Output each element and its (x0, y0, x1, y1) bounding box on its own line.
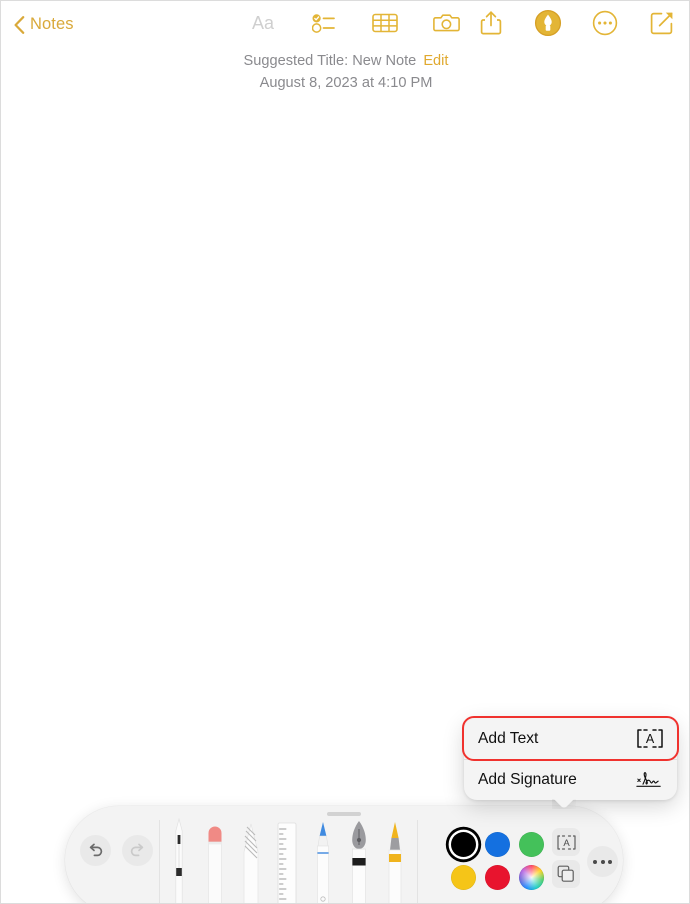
add-signature-label: Add Signature (478, 771, 577, 788)
table-icon[interactable] (370, 7, 400, 39)
chevron-left-icon (14, 15, 25, 34)
popup-tail (552, 799, 576, 809)
signature-icon (635, 769, 663, 791)
svg-text:A: A (563, 838, 570, 849)
eraser-tool[interactable] (197, 814, 233, 903)
highlighter-tool[interactable] (377, 814, 413, 903)
suggested-title-text: Suggested Title: New Note (243, 53, 417, 69)
color-blue[interactable] (481, 828, 514, 861)
note-date: August 8, 2023 at 4:10 PM (259, 75, 433, 91)
add-text-box-icon: A (635, 728, 663, 750)
menu-item-add-text[interactable]: Add Text A (462, 716, 679, 761)
color-black[interactable] (447, 828, 480, 861)
navbar-right-tools (476, 7, 677, 39)
edit-title-button[interactable]: Edit (423, 53, 448, 69)
palette-divider-left (159, 820, 160, 903)
format-aa-icon[interactable]: Aa (248, 7, 278, 39)
back-button-label: Notes (30, 15, 74, 33)
marker-tool[interactable] (305, 814, 341, 903)
suggested-title-row: Suggested Title: New Note Edit (1, 50, 689, 72)
lasso-tool[interactable] (233, 814, 269, 903)
fountain-pen-tool[interactable] (341, 814, 377, 903)
navigation-bar: Notes Aa (1, 1, 689, 48)
share-icon[interactable] (476, 7, 506, 39)
color-green[interactable] (515, 828, 548, 861)
add-text-label: Add Text (478, 729, 539, 747)
camera-icon[interactable] (431, 7, 461, 39)
markup-add-menu: Add Text A Add Signature (462, 716, 679, 800)
color-yellow[interactable] (447, 861, 480, 894)
notes-markup-screen: Notes Aa Suggested Title: New Note Edit … (0, 0, 690, 904)
add-text-box-icon[interactable]: A (552, 828, 580, 856)
back-to-notes-button[interactable]: Notes (14, 15, 74, 34)
more-dots-icon[interactable] (587, 846, 618, 877)
undo-redo-group (80, 835, 153, 866)
drawing-tools-group (161, 806, 413, 903)
svg-text:Aa: Aa (252, 13, 275, 33)
checklist-icon[interactable] (309, 7, 339, 39)
color-swatch-grid (447, 828, 548, 894)
redo-icon[interactable] (122, 835, 153, 866)
compose-icon[interactable] (647, 7, 677, 39)
palette-divider-right (417, 820, 418, 903)
more-circle-icon[interactable] (590, 7, 620, 39)
ruler-tool[interactable] (269, 814, 305, 903)
shapes-icon[interactable] (552, 860, 580, 888)
svg-text:A: A (646, 732, 655, 746)
markup-pen-icon[interactable] (533, 7, 563, 39)
note-title-block: Suggested Title: New Note Edit August 8, … (1, 50, 689, 94)
palette-side-buttons: A (552, 828, 580, 888)
note-canvas[interactable] (1, 96, 689, 816)
menu-item-add-signature[interactable]: Add Signature (464, 759, 677, 800)
navbar-center-tools: Aa (248, 7, 461, 39)
undo-icon[interactable] (80, 835, 111, 866)
color-wheel[interactable] (515, 861, 548, 894)
markup-tool-palette: A (65, 806, 623, 903)
pen-tool[interactable] (161, 814, 197, 903)
color-red[interactable] (481, 861, 514, 894)
